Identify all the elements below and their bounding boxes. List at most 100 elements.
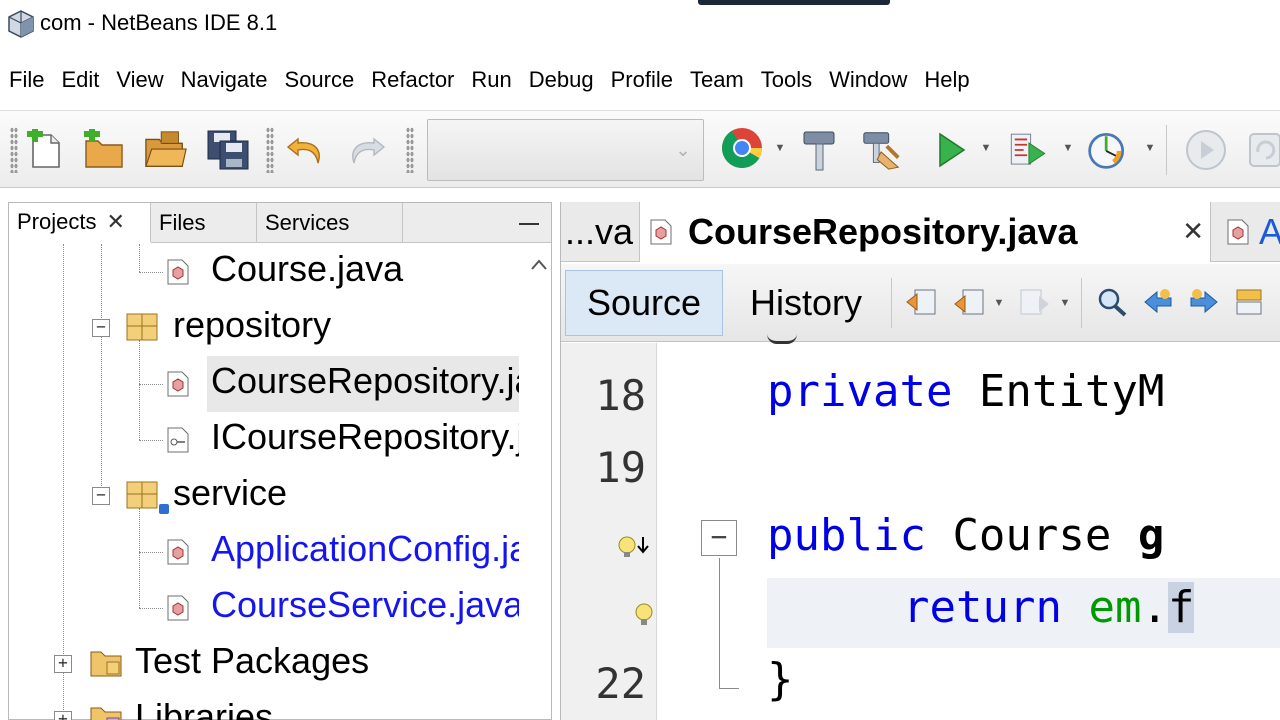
last-edit-icon[interactable] — [905, 286, 939, 323]
menu-edit[interactable]: Edit — [61, 67, 99, 93]
close-icon[interactable]: ✕ — [1182, 216, 1204, 247]
menu-navigate[interactable]: Navigate — [181, 67, 268, 93]
save-all-icon[interactable] — [206, 127, 250, 173]
collapse-icon[interactable]: − — [92, 487, 110, 505]
configuration-combo[interactable]: ⌄ — [427, 119, 704, 181]
menu-refactor[interactable]: Refactor — [371, 67, 454, 93]
tree-item-label: service — [173, 472, 288, 513]
close-icon[interactable]: ✕ — [106, 209, 124, 235]
history-view-button[interactable]: History — [731, 270, 881, 336]
run-dropdown-icon[interactable]: ▼ — [980, 125, 992, 171]
tab-files[interactable]: Files — [151, 203, 257, 243]
refresh-icon[interactable] — [1240, 127, 1280, 173]
test-packages-folder-icon — [90, 651, 122, 677]
tree-item-application-config-java[interactable]: ApplicationConfig.java — [9, 524, 519, 580]
menu-view[interactable]: View — [116, 67, 163, 93]
toolbar-separator — [891, 278, 892, 328]
fold-toggle[interactable]: − — [701, 520, 737, 556]
chevron-down-icon[interactable]: ⌄ — [663, 120, 703, 180]
menu-tools[interactable]: Tools — [761, 67, 812, 93]
forward-icon[interactable] — [1017, 286, 1051, 323]
editor-tabs: ...va CourseRepository.java ✕ A — [561, 202, 1280, 262]
build-icon[interactable] — [798, 127, 842, 173]
java-class-icon — [167, 539, 189, 565]
expand-icon[interactable]: + — [54, 711, 72, 720]
tree-item-repository-package[interactable]: − repository — [9, 300, 519, 356]
line-number: 22 — [595, 659, 646, 708]
editor-toolbar: Source History ▼ ▼ — [561, 264, 1280, 342]
code-line-20[interactable]: public Course g — [767, 510, 1164, 561]
toolbar-grip[interactable] — [266, 127, 274, 173]
tab-label: ...va — [565, 211, 634, 252]
forward-dropdown-icon[interactable]: ▼ — [1059, 280, 1071, 326]
debug-dropdown-icon[interactable]: ▼ — [1062, 125, 1074, 171]
menu-debug[interactable]: Debug — [529, 67, 594, 93]
panel-tabs: Projects ✕ Files Services — [9, 203, 551, 243]
profile-icon[interactable] — [1086, 127, 1130, 173]
code-line-22[interactable]: } — [767, 654, 794, 705]
java-class-icon — [167, 259, 189, 285]
toggle-highlight-icon[interactable] — [1233, 286, 1267, 323]
expand-icon[interactable]: + — [54, 655, 72, 673]
code-editor: ...va CourseRepository.java ✕ A Source H… — [560, 202, 1280, 720]
tree-item-label: Test Packages — [135, 640, 370, 681]
minimize-icon[interactable] — [519, 213, 541, 233]
menu-run[interactable]: Run — [471, 67, 511, 93]
toolbar-grip[interactable] — [10, 127, 18, 173]
code-line-21[interactable]: return em.f — [903, 582, 1195, 633]
tree-item-course-service-java[interactable]: CourseService.java — [9, 580, 519, 636]
find-next-icon[interactable] — [1187, 286, 1221, 323]
code-text: EntityM — [952, 366, 1165, 417]
tree-connector — [139, 272, 163, 273]
new-file-icon[interactable] — [24, 127, 68, 173]
run-icon[interactable] — [928, 127, 972, 173]
tree-item-course-java[interactable]: Course.java — [9, 244, 519, 300]
find-icon[interactable] — [1095, 286, 1129, 323]
tab-course-repository-java[interactable]: CourseRepository.java ✕ — [639, 202, 1211, 262]
profile-dropdown-icon[interactable]: ▼ — [1144, 125, 1156, 171]
menu-team[interactable]: Team — [690, 67, 744, 93]
tree-item-libraries[interactable]: + Libraries — [9, 692, 519, 720]
java-class-icon — [1227, 219, 1249, 245]
debug-project-icon[interactable] — [1006, 127, 1050, 173]
collapse-icon[interactable]: − — [92, 319, 110, 337]
pause-icon[interactable] — [1184, 127, 1228, 173]
netbeans-window: com - NetBeans IDE 8.1 File Edit View Na… — [0, 0, 1280, 720]
main-toolbar: ⌄ ▼ ▼ ▼ ▼ — [0, 110, 1280, 188]
tree-item-icourse-repository-java[interactable]: ICourseRepository.java — [9, 412, 519, 468]
fold-guide-line — [719, 558, 720, 688]
tree-item-service-package[interactable]: − service — [9, 468, 519, 524]
code-line-18[interactable]: private EntityM — [767, 366, 1164, 417]
lightbulb-hint-icon[interactable] — [633, 601, 655, 631]
chrome-icon[interactable] — [720, 125, 764, 171]
menu-profile[interactable]: Profile — [611, 67, 673, 93]
tree-item-label: CourseService.java — [211, 584, 519, 625]
back-dropdown-icon[interactable]: ▼ — [993, 280, 1005, 326]
menu-source[interactable]: Source — [285, 67, 355, 93]
menu-window[interactable]: Window — [829, 67, 907, 93]
scroll-up-icon[interactable] — [529, 255, 549, 275]
menu-help[interactable]: Help — [924, 67, 969, 93]
tree-item-test-packages[interactable]: + Test Packages — [9, 636, 519, 692]
override-hint-icon[interactable] — [615, 533, 655, 561]
redo-icon[interactable] — [344, 127, 388, 173]
tab-projects[interactable]: Projects ✕ — [9, 203, 151, 243]
toolbar-grip[interactable] — [406, 127, 414, 173]
open-project-icon[interactable] — [144, 127, 188, 173]
back-icon[interactable] — [953, 286, 987, 323]
new-project-icon[interactable] — [82, 127, 126, 173]
source-view-button[interactable]: Source — [565, 270, 723, 336]
undo-icon[interactable] — [284, 127, 328, 173]
method-name: g — [1137, 510, 1165, 561]
chrome-dropdown-icon[interactable]: ▼ — [774, 125, 786, 171]
find-previous-icon[interactable] — [1141, 286, 1175, 323]
clean-build-icon[interactable] — [860, 127, 904, 173]
tab-services[interactable]: Services — [257, 203, 403, 243]
code-text: Course — [925, 510, 1138, 561]
tab-previous-file[interactable]: ...va — [565, 202, 639, 262]
tree-item-course-repository-java[interactable]: CourseRepository.java — [9, 356, 519, 412]
fold-guide-end — [719, 688, 739, 689]
fold-collapse-icon[interactable]: − — [701, 520, 737, 556]
tab-next-file[interactable]: A — [1221, 202, 1280, 262]
menu-file[interactable]: File — [9, 67, 44, 93]
